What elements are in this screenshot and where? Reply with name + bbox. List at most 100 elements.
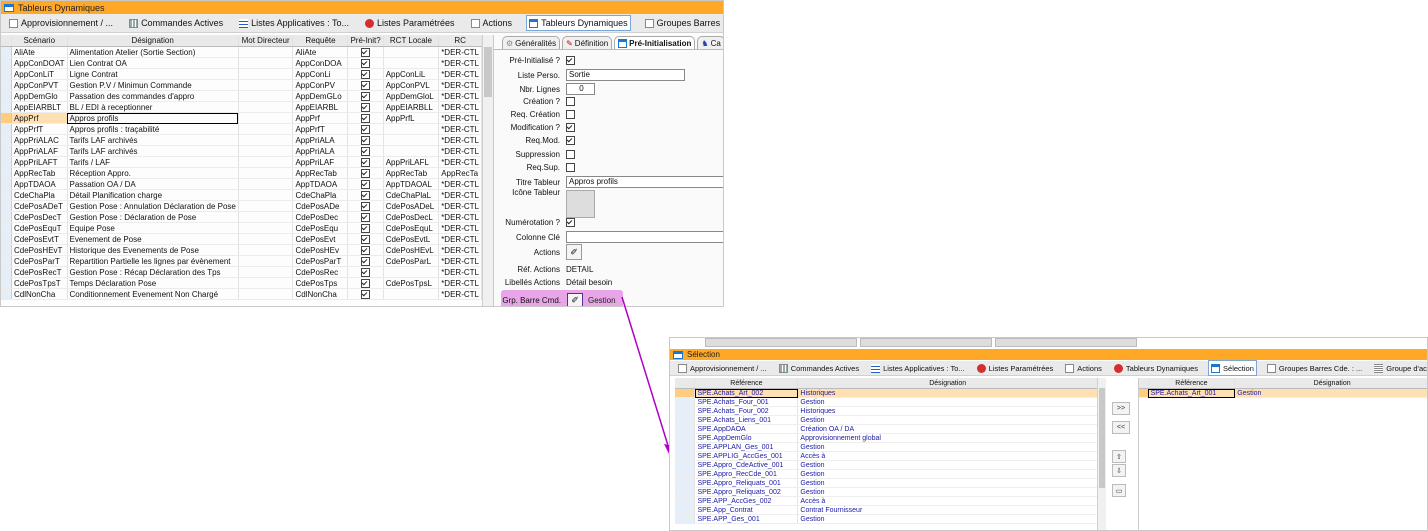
cell[interactable]: Création OA / DA: [797, 424, 1098, 434]
pre-init-checkbox[interactable]: [361, 168, 371, 178]
row-selector[interactable]: [1, 134, 12, 146]
row-selector[interactable]: [675, 424, 696, 434]
cell[interactable]: CdlNonCha: [292, 288, 349, 300]
table-row[interactable]: AppDemGlo Passation des commandes d'appro…: [1, 90, 482, 102]
cell[interactable]: [238, 222, 294, 234]
cell[interactable]: AppRecTab: [11, 167, 68, 179]
cell[interactable]: AppPriALAC: [11, 134, 68, 146]
table-row[interactable]: SPE.Achats_Liens_001 Gestion: [675, 415, 1098, 425]
row-selector[interactable]: [1, 57, 12, 69]
cell[interactable]: AppTDAOA: [292, 178, 349, 190]
cell[interactable]: AppDemGLo: [292, 90, 349, 102]
row-selector-header[interactable]: [675, 378, 696, 389]
cell[interactable]: CdePosEvtT: [11, 233, 68, 245]
table-row[interactable]: AppTDAOA Passation OA / DA AppTDAOA AppTDAO…: [1, 178, 482, 190]
cell[interactable]: *DER-CTL: [438, 101, 482, 113]
row-selector[interactable]: [1, 244, 12, 256]
cell[interactable]: [238, 101, 294, 113]
table-row[interactable]: AppRecTab Réception Appro. AppRecTab AppRec…: [1, 167, 482, 179]
cell[interactable]: Lien Contrat OA: [67, 57, 239, 69]
row-selector[interactable]: [1, 178, 12, 190]
pre-init-checkbox-cell[interactable]: [347, 288, 384, 300]
tab-pre-initialisation[interactable]: Pré-Initialisation: [614, 36, 696, 49]
cell[interactable]: SPE.Achats_Four_002: [694, 406, 799, 416]
table-row[interactable]: CdePosADeT Gestion Pose : Annulation Décl…: [1, 200, 482, 212]
pre-init-checkbox[interactable]: [361, 212, 371, 222]
cell[interactable]: CdePosDecT: [11, 211, 68, 223]
row-selector[interactable]: [675, 469, 696, 479]
cell[interactable]: AppConLiT: [11, 68, 68, 80]
cell[interactable]: CdeChaPla: [292, 189, 349, 201]
cell[interactable]: *DER-CTL: [438, 90, 482, 102]
pre-init-checkbox-cell[interactable]: [347, 79, 384, 91]
cell[interactable]: *DER-CTL: [438, 112, 482, 124]
cell[interactable]: [383, 288, 440, 300]
pre-init-checkbox-cell[interactable]: [347, 46, 384, 58]
column-header[interactable]: Pré-Init?: [347, 35, 384, 47]
pre-init-checkbox-cell[interactable]: [347, 101, 384, 113]
cell[interactable]: AppEIARBLT: [11, 101, 68, 113]
pre-init-checkbox[interactable]: [361, 289, 371, 299]
pre-init-checkbox[interactable]: [361, 234, 371, 244]
cell[interactable]: AppTDAOA: [11, 178, 68, 190]
cell[interactable]: *DER-CTL: [438, 288, 482, 300]
table-row[interactable]: CdePosRecT Gestion Pose : Récap Déclarati…: [1, 266, 482, 278]
cell[interactable]: CdePosRec: [292, 266, 349, 278]
row-selector[interactable]: [1139, 388, 1149, 398]
cell[interactable]: *DER-CTL: [438, 189, 482, 201]
row-selector[interactable]: [1, 90, 12, 102]
cell[interactable]: Gestion Pose : Déclaration de Pose: [67, 211, 239, 223]
nbr-lignes-input[interactable]: 0: [566, 83, 595, 95]
tab-definition[interactable]: ✎ Définition: [562, 36, 613, 49]
pre-init-checkbox-cell[interactable]: [347, 233, 384, 245]
column-header[interactable]: RC: [438, 35, 482, 47]
cell[interactable]: Gestion: [1234, 388, 1427, 398]
cell[interactable]: [238, 178, 294, 190]
cell[interactable]: AliAte: [292, 46, 349, 58]
pre-init-checkbox-cell[interactable]: [347, 266, 384, 278]
cell[interactable]: Gestion: [797, 514, 1098, 524]
cell[interactable]: CdePosHEvL: [383, 244, 440, 256]
cell[interactable]: Repartition Partielle les lignes par évè…: [67, 255, 239, 267]
cell[interactable]: *DER-CTL: [438, 68, 482, 80]
pre-init-checkbox[interactable]: [361, 91, 371, 101]
row-selector[interactable]: [675, 496, 696, 506]
pre-init-checkbox[interactable]: [361, 190, 371, 200]
tab-7[interactable]: Groupes Barres Cde. : ...: [643, 16, 723, 30]
cell[interactable]: Gestion: [797, 460, 1098, 470]
colonne-cle-input[interactable]: [566, 231, 723, 243]
modification-checkbox[interactable]: [566, 123, 575, 132]
column-header[interactable]: Référence: [694, 378, 799, 389]
pre-init-checkbox[interactable]: [361, 80, 371, 90]
row-selector[interactable]: [675, 505, 696, 515]
cell[interactable]: *DER-CTL: [438, 266, 482, 278]
pre-init-checkbox-cell[interactable]: [347, 90, 384, 102]
cell[interactable]: BL / EDI à receptionner: [67, 101, 239, 113]
tab-3[interactable]: Listes Applicatives : To...: [237, 16, 351, 30]
row-selector[interactable]: [675, 406, 696, 416]
cell[interactable]: SPE.AppDemGlo: [694, 433, 799, 443]
table-row[interactable]: CdePosHEvT Historique des Evenements de P…: [1, 244, 482, 256]
cell[interactable]: Gestion: [797, 397, 1098, 407]
liste-perso-input[interactable]: Sortie: [566, 69, 685, 81]
grid-vertical-scrollbar[interactable]: [482, 35, 493, 306]
cell[interactable]: SPE.Appro_Reliquats_002: [694, 487, 799, 497]
table-row[interactable]: SPE.AppDemGlo Approvisionnement global: [675, 433, 1098, 443]
cell[interactable]: Gestion: [797, 469, 1098, 479]
req-mod-checkbox[interactable]: [566, 136, 575, 145]
cell[interactable]: CdePosEqu: [292, 222, 349, 234]
scrollbar-thumb[interactable]: [484, 47, 492, 97]
req-sup-checkbox[interactable]: [566, 163, 575, 172]
table-row[interactable]: SPE.AppDAOA Création OA / DA: [675, 424, 1098, 434]
cell[interactable]: Passation des commandes d'appro: [67, 90, 239, 102]
cell[interactable]: Approvisionnement global: [797, 433, 1098, 443]
pre-init-checkbox[interactable]: [361, 135, 371, 145]
cell[interactable]: Tarifs LAF archivés: [67, 145, 239, 157]
cell[interactable]: Historique des Evenements de Pose: [67, 244, 239, 256]
cell[interactable]: Gestion: [797, 415, 1098, 425]
cell[interactable]: Gestion: [797, 478, 1098, 488]
cell[interactable]: [238, 112, 294, 124]
cell[interactable]: AppPriALAF: [11, 145, 68, 157]
cell[interactable]: CdePosHEv: [292, 244, 349, 256]
cell[interactable]: *DER-CTL: [438, 200, 482, 212]
